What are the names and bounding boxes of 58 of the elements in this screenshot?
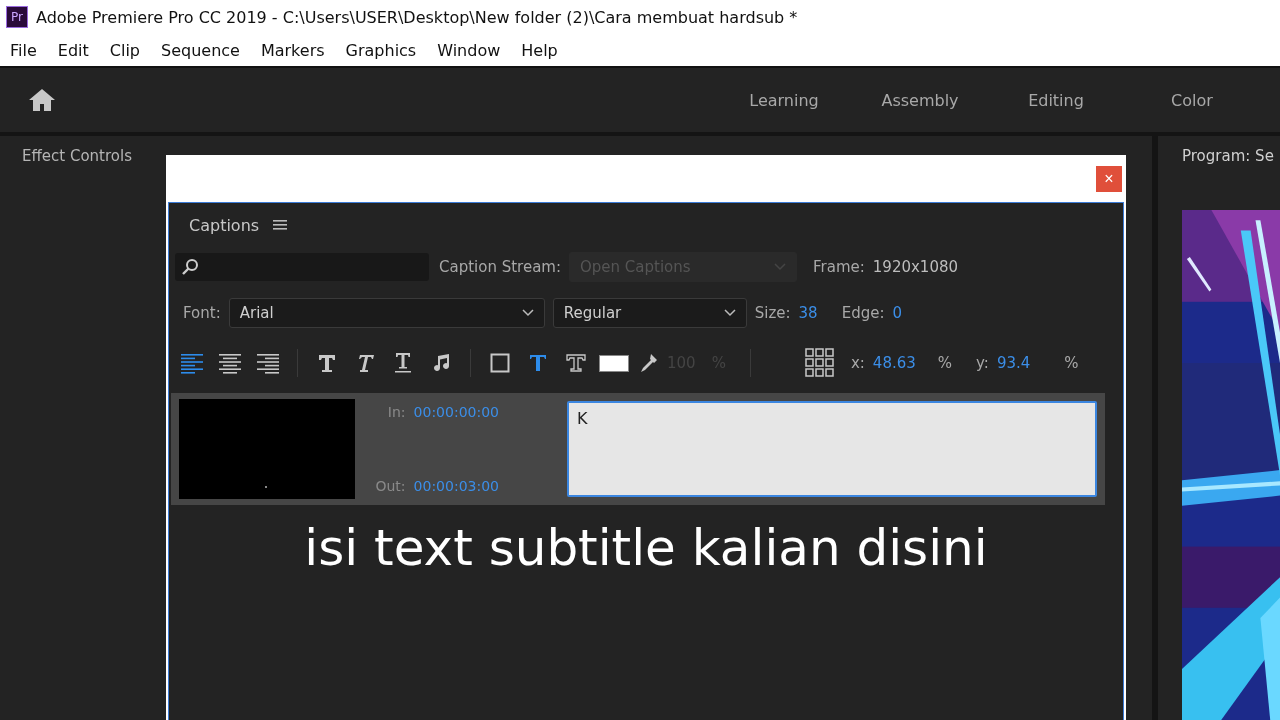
grid-icon[interactable]: [804, 348, 835, 378]
font-dropdown[interactable]: Arial: [228, 298, 545, 328]
chevron-down-icon: [774, 263, 786, 271]
music-note-icon: [431, 353, 451, 373]
panel-title: Captions: [189, 215, 260, 235]
subtitle-overlay: isi text subtitle kalian disini: [304, 519, 988, 579]
align-right-icon: [256, 352, 280, 374]
bold-icon: [317, 353, 337, 373]
home-icon[interactable]: [28, 88, 56, 112]
menu-item[interactable]: Sequence: [161, 40, 240, 60]
menu-item[interactable]: Edit: [57, 40, 89, 60]
field-label: Caption Stream:: [439, 258, 561, 276]
size-value[interactable]: 38: [798, 304, 818, 322]
workspace-tab[interactable]: Color: [1124, 90, 1260, 110]
search-field[interactable]: [175, 253, 429, 281]
edge-value[interactable]: 0: [892, 304, 903, 322]
menu-item[interactable]: Clip: [109, 40, 140, 60]
underline-icon: [393, 352, 413, 374]
field-label: y:: [976, 354, 989, 372]
close-button[interactable]: ×: [1096, 165, 1122, 192]
field-label: Frame:: [813, 258, 865, 276]
panel-title: Program: Se: [1182, 147, 1274, 165]
menu-item[interactable]: Graphics: [345, 40, 417, 60]
caption-row[interactable]: In: 00:00:00:00 Out: 00:00:03:00 K: [171, 393, 1105, 505]
window-title: Adobe Premiere Pro CC 2019 - C:\Users\USER\Desktop\New folder (2)\Cara membuat hardsub *: [36, 7, 798, 27]
field-label: Out:: [375, 478, 406, 494]
workspace-tab[interactable]: Assembly: [852, 90, 988, 110]
percent-sign: %: [937, 354, 953, 372]
caption-text-field[interactable]: K: [567, 401, 1097, 497]
workspace-tab[interactable]: Editing: [988, 90, 1124, 110]
x-position-value[interactable]: 48.63: [872, 354, 916, 372]
align-center-icon: [218, 352, 242, 374]
font-style-dropdown[interactable]: Regular: [552, 298, 747, 328]
text-outline-icon: [565, 353, 587, 373]
menu-item[interactable]: Help: [521, 40, 558, 60]
align-left-icon: [180, 352, 204, 374]
chevron-down-icon: [521, 309, 534, 317]
field-label: In:: [387, 404, 406, 420]
color-swatch[interactable]: [599, 354, 629, 372]
search-icon: [181, 258, 199, 276]
field-label: x:: [850, 354, 865, 372]
percent-sign: %: [1064, 354, 1079, 372]
panel-tab[interactable]: Effect Controls: [22, 147, 132, 165]
field-label: Font:: [183, 304, 221, 322]
frame-size: 1920x1080: [872, 258, 959, 276]
workspace-tab[interactable]: Learning: [716, 90, 852, 110]
app-icon: Pr: [6, 6, 28, 28]
menu-icon[interactable]: [273, 219, 288, 231]
percent-sign: %: [711, 354, 726, 372]
field-label: Edge:: [841, 304, 885, 322]
text-color-icon: [528, 353, 548, 373]
menu-item[interactable]: File: [10, 40, 37, 60]
menu-item[interactable]: Markers: [260, 40, 325, 60]
menu-item[interactable]: Window: [437, 40, 501, 60]
square-icon: [490, 353, 510, 373]
y-position-value[interactable]: 93.4: [996, 354, 1031, 372]
field-label: Size:: [754, 304, 791, 322]
chevron-down-icon: [723, 309, 736, 317]
